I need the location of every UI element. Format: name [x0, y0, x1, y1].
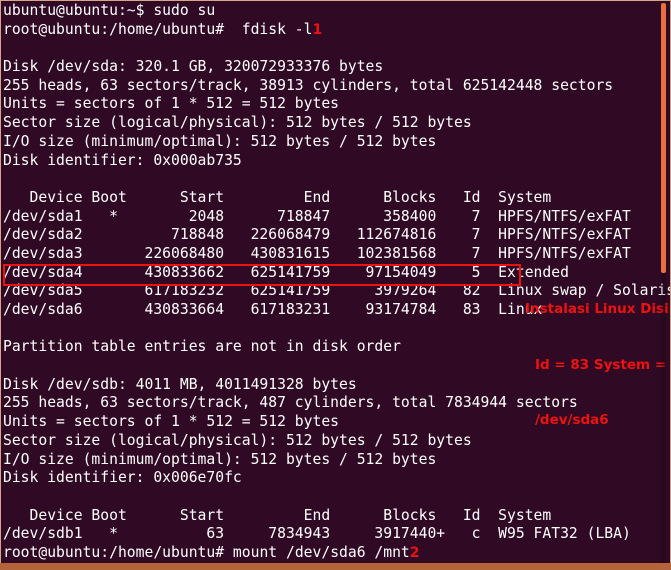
terminal-line: Sector size (logical/physical): 512 byte… — [3, 114, 472, 132]
table-row: /dev/sda2 718848 226068479 112674816 7 H… — [3, 226, 631, 244]
annotation-text-block: Instalasi Linux Disini. Id = 83 System =… — [525, 263, 670, 467]
mount-command: mount /dev/sda6 /mnt — [232, 543, 410, 561]
table-row: /dev/sdb1 * 63 7834943 3917440+ c W95 FA… — [3, 525, 631, 543]
terminal-line-mount: root@ubuntu:/home/ubuntu# mount /dev/sda… — [3, 544, 663, 563]
table-row: /dev/sda1 * 2048 718847 358400 7 HPFS/NT… — [3, 207, 631, 225]
annotation-line-1: Instalasi Linux Disini. — [525, 301, 670, 317]
partition-table-header-sda: Device Boot Start End Blocks Id System — [3, 188, 552, 206]
terminal-line: Disk identifier: 0x000ab735 — [3, 151, 242, 169]
terminal-line: 255 heads, 63 sectors/track, 38913 cylin… — [3, 76, 614, 94]
partition-table-header-sdb: Device Boot Start End Blocks Id System — [3, 506, 552, 524]
terminal-line: Disk /dev/sda: 320.1 GB, 320072933376 by… — [3, 58, 384, 76]
terminal-line: Units = sectors of 1 * 512 = 512 bytes — [3, 95, 340, 113]
scrollbar-thumb[interactable] — [661, 3, 666, 273]
annotation-marker-2: 2 — [409, 544, 420, 561]
annotation-marker-1: 1 — [312, 21, 323, 38]
terminal-line: ubuntu@ubuntu:~$ sudo su — [3, 2, 216, 19]
terminal-line-fdisk: root@ubuntu:/home/ubuntu# fdisk -l1 — [3, 21, 663, 40]
terminal-line: Disk identifier: 0x006e70fc — [3, 469, 242, 487]
annotation-line-2: Id = 83 System = Linux — [535, 356, 667, 373]
terminal-line: I/O size (minimum/optimal): 512 bytes / … — [3, 132, 437, 150]
table-row: /dev/sda3 226068480 430831615 102381568 … — [3, 244, 631, 262]
shell-prompt: root@ubuntu:/home/ubuntu# fdisk -l — [3, 20, 313, 38]
annotation-line-3: /dev/sda6 — [535, 412, 609, 428]
shell-prompt: root@ubuntu:/home/ubuntu# — [3, 543, 233, 561]
terminal-window[interactable]: ubuntu@ubuntu:~$ sudo su root@ubuntu:/ho… — [0, 0, 671, 563]
